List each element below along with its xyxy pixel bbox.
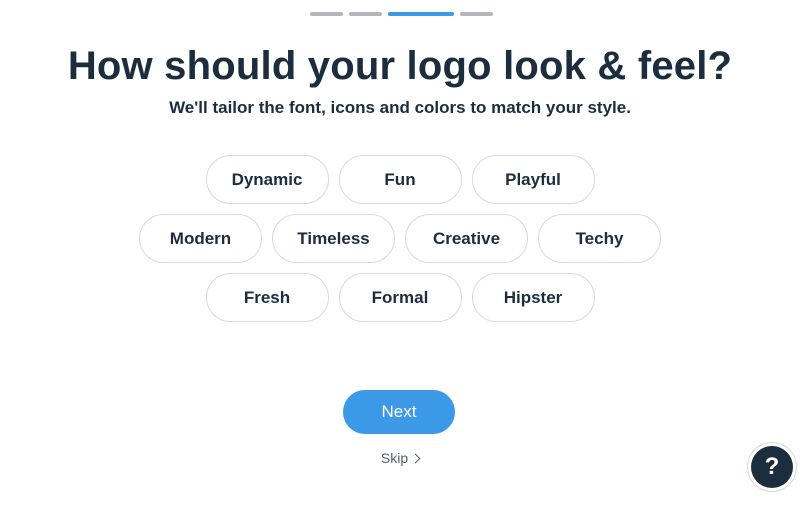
style-options-row-1: Dynamic Fun Playful [0, 155, 800, 204]
style-option-hipster[interactable]: Hipster [471, 273, 595, 322]
style-options: Dynamic Fun Playful Modern Timeless Crea… [0, 155, 800, 332]
style-options-row-3: Fresh Formal Hipster [0, 273, 800, 322]
skip-label: Skip [380, 450, 409, 466]
help-button[interactable]: ? [751, 446, 793, 488]
skip-link[interactable]: Skip [0, 450, 800, 466]
progress-step-2 [349, 12, 382, 16]
style-option-fun[interactable]: Fun [338, 155, 462, 204]
style-option-playful[interactable]: Playful [471, 155, 595, 204]
progress-step-1 [310, 12, 343, 16]
chevron-right-icon [410, 453, 421, 464]
style-option-dynamic[interactable]: Dynamic [205, 155, 329, 204]
page-title: How should your logo look & feel? [67, 44, 733, 88]
style-option-modern[interactable]: Modern [139, 214, 262, 263]
next-button[interactable]: Next [343, 390, 455, 434]
progress-step-3-active [388, 12, 454, 16]
page-subtitle: We'll tailor the font, icons and colors … [169, 98, 631, 117]
style-option-creative[interactable]: Creative [405, 214, 528, 263]
style-option-techy[interactable]: Techy [538, 214, 661, 263]
style-option-timeless[interactable]: Timeless [272, 214, 395, 263]
style-option-fresh[interactable]: Fresh [205, 273, 329, 322]
style-option-formal[interactable]: Formal [338, 273, 462, 322]
progress-step-4 [460, 12, 493, 16]
style-options-row-2: Modern Timeless Creative Techy [0, 214, 800, 263]
progress-stepper [310, 12, 493, 16]
question-mark-icon: ? [764, 453, 780, 480]
